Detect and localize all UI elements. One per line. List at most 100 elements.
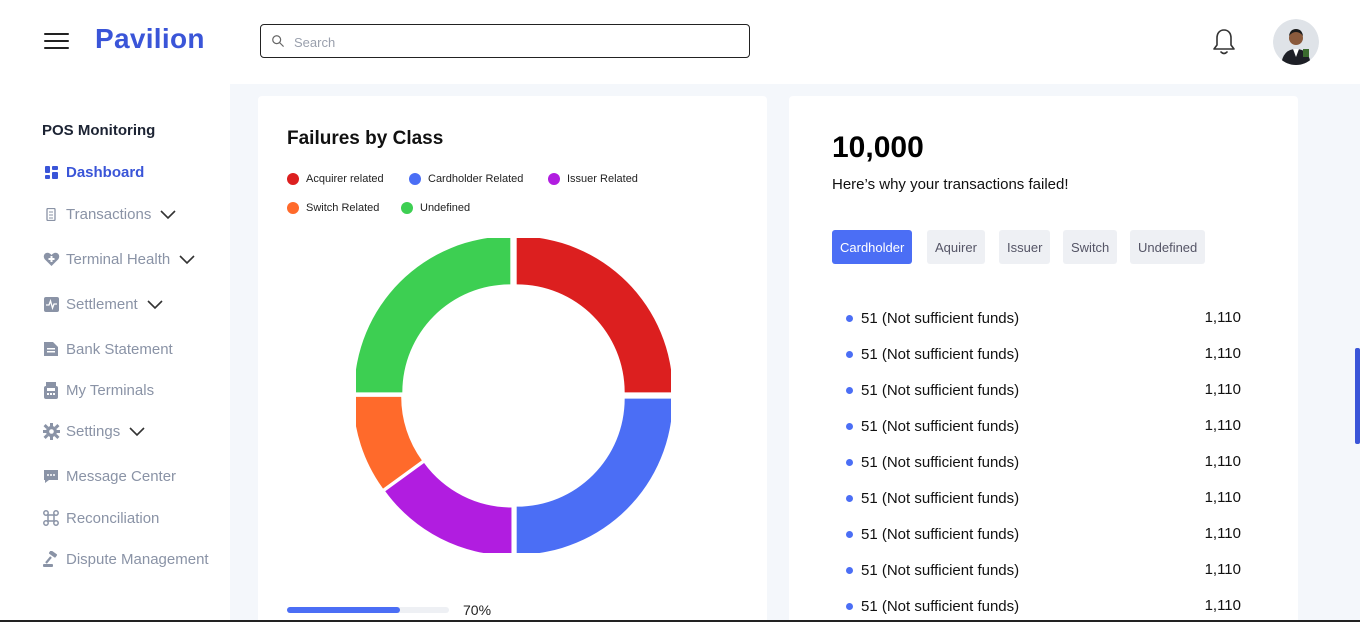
bullet-icon	[846, 386, 853, 394]
network-icon	[42, 509, 60, 527]
sidebar-item-dashboard[interactable]: Dashboard	[42, 159, 144, 185]
reason-row: 51 (Not sufficient funds) 1,110	[846, 380, 1246, 400]
sidebar-item-terminal-health[interactable]: Terminal Health	[42, 246, 196, 272]
scrollbar-thumb[interactable]	[1355, 348, 1360, 444]
receipt-icon	[42, 205, 60, 223]
reason-count: 1,110	[1204, 453, 1241, 470]
reason-row: 51 (Not sufficient funds) 1,110	[846, 308, 1246, 328]
progress-label: 70%	[463, 602, 492, 618]
reason-count: 1,110	[1204, 309, 1241, 326]
brand-logo[interactable]: Pavilion	[95, 23, 205, 55]
bullet-icon	[846, 458, 853, 466]
pulse-chart-icon	[42, 295, 60, 313]
legend-label: Undefined	[420, 202, 471, 214]
reason-label: 51 (Not sufficient funds)	[861, 489, 1020, 507]
sidebar-item-transactions[interactable]: Transactions	[42, 201, 177, 227]
sidebar-item-label: Bank Statement	[66, 340, 173, 358]
reason-count: 1,110	[1204, 381, 1241, 398]
sidebar-item-label: Transactions	[66, 205, 152, 223]
sidebar-item-settlement[interactable]: Settlement	[42, 291, 164, 317]
reason-row: 51 (Not sufficient funds) 1,110	[846, 596, 1246, 616]
donut-segment-undefined[interactable]	[356, 238, 511, 393]
search-input[interactable]	[294, 31, 734, 53]
sidebar-item-label: My Terminals	[66, 381, 155, 399]
reason-label: 51 (Not sufficient funds)	[861, 417, 1020, 435]
failure-reasons-card: 10,000 Here’s why your transactions fail…	[789, 96, 1298, 636]
sidebar-item-reconciliation[interactable]: Reconciliation	[42, 505, 159, 531]
bullet-icon	[846, 530, 853, 538]
card-subtitle: Here’s why your transactions failed!	[832, 176, 1069, 193]
legend-label: Acquirer related	[306, 173, 384, 185]
reason-row: 51 (Not sufficient funds) 1,110	[846, 452, 1246, 472]
legend-dot	[401, 202, 413, 214]
notification-bell-icon[interactable]	[1211, 27, 1237, 57]
failures-by-class-card: Failures by Class Acquirer related Cardh…	[258, 96, 767, 636]
legend-item-cardholder: Cardholder Related	[409, 173, 523, 185]
sidebar-item-label: Reconciliation	[66, 509, 160, 527]
tab-cardholder[interactable]: Cardholder	[832, 230, 913, 264]
sidebar-item-bank-statement[interactable]: Bank Statement	[42, 336, 173, 362]
bullet-icon	[846, 350, 853, 358]
chat-icon	[42, 467, 60, 485]
sidebar-item-label: Dashboard	[66, 163, 145, 181]
bullet-icon	[846, 494, 853, 502]
legend-item-acquirer: Acquirer related	[287, 173, 384, 185]
chevron-down-icon[interactable]	[178, 253, 196, 265]
reason-label: 51 (Not sufficient funds)	[861, 381, 1020, 399]
tab-undefined[interactable]: Undefined	[1130, 230, 1206, 264]
progress-bar	[287, 607, 449, 613]
donut-segment-issuer-related[interactable]	[385, 462, 512, 553]
reason-count: 1,110	[1204, 345, 1241, 362]
heart-plus-icon	[42, 250, 60, 268]
search-box[interactable]	[260, 24, 750, 58]
bullet-icon	[846, 566, 853, 574]
sidebar-item-settings[interactable]: Settings	[42, 418, 146, 444]
sidebar-item-label: Dispute Management	[66, 550, 209, 568]
reason-count: 1,110	[1204, 489, 1241, 506]
legend-label: Cardholder Related	[428, 173, 524, 185]
sidebar-item-my-terminals[interactable]: My Terminals	[42, 377, 154, 403]
document-icon	[42, 340, 60, 358]
reason-label: 51 (Not sufficient funds)	[861, 525, 1020, 543]
main-content: Failures by Class Acquirer related Cardh…	[230, 84, 1360, 636]
reason-count: 1,110	[1204, 525, 1241, 542]
sidebar-item-message-center[interactable]: Message Center	[42, 463, 176, 489]
reason-row: 51 (Not sufficient funds) 1,110	[846, 344, 1246, 364]
reason-row: 51 (Not sufficient funds) 1,110	[846, 524, 1246, 544]
pos-terminal-icon	[42, 381, 60, 399]
reason-count: 1,110	[1204, 417, 1241, 434]
bullet-icon	[846, 602, 853, 610]
donut-segment-acquirer-related[interactable]	[516, 238, 671, 393]
tab-issuer[interactable]: Issuer	[999, 230, 1051, 264]
chevron-down-icon[interactable]	[146, 298, 164, 310]
dashboard-icon	[42, 163, 60, 181]
reason-label: 51 (Not sufficient funds)	[861, 453, 1020, 471]
donut-segment-cardholder-related[interactable]	[516, 398, 671, 553]
tab-switch[interactable]: Switch	[1063, 230, 1118, 264]
reason-row: 51 (Not sufficient funds) 1,110	[846, 488, 1246, 508]
user-avatar[interactable]	[1273, 19, 1319, 65]
chevron-down-icon[interactable]	[159, 208, 177, 220]
sidebar-item-label: Settings	[66, 422, 121, 440]
tab-aquirer[interactable]: Aquirer	[927, 230, 985, 264]
reason-label: 51 (Not sufficient funds)	[861, 597, 1020, 615]
sidebar-item-label: Message Center	[66, 467, 177, 485]
search-icon	[272, 35, 284, 47]
top-bar: Pavilion	[0, 0, 1360, 84]
legend-item-switch: Switch Related	[287, 202, 379, 214]
sidebar: POS Monitoring Dashboard Transactions Te…	[0, 84, 230, 622]
chevron-down-icon[interactable]	[128, 425, 146, 437]
hamburger-menu-icon[interactable]	[44, 33, 69, 49]
reason-label: 51 (Not sufficient funds)	[861, 345, 1020, 363]
reason-row: 51 (Not sufficient funds) 1,110	[846, 560, 1246, 580]
total-failures: 10,000	[832, 131, 924, 164]
bullet-icon	[846, 422, 853, 430]
sidebar-item-label: Settlement	[66, 295, 138, 313]
sidebar-section-title: POS Monitoring	[42, 122, 156, 139]
sidebar-item-dispute-management[interactable]: Dispute Management	[42, 546, 209, 572]
sidebar-item-label: Terminal Health	[66, 250, 171, 268]
legend-item-undefined: Undefined	[401, 202, 470, 214]
reason-row: 51 (Not sufficient funds) 1,110	[846, 416, 1246, 436]
reason-count: 1,110	[1204, 561, 1241, 578]
reason-label: 51 (Not sufficient funds)	[861, 561, 1020, 579]
